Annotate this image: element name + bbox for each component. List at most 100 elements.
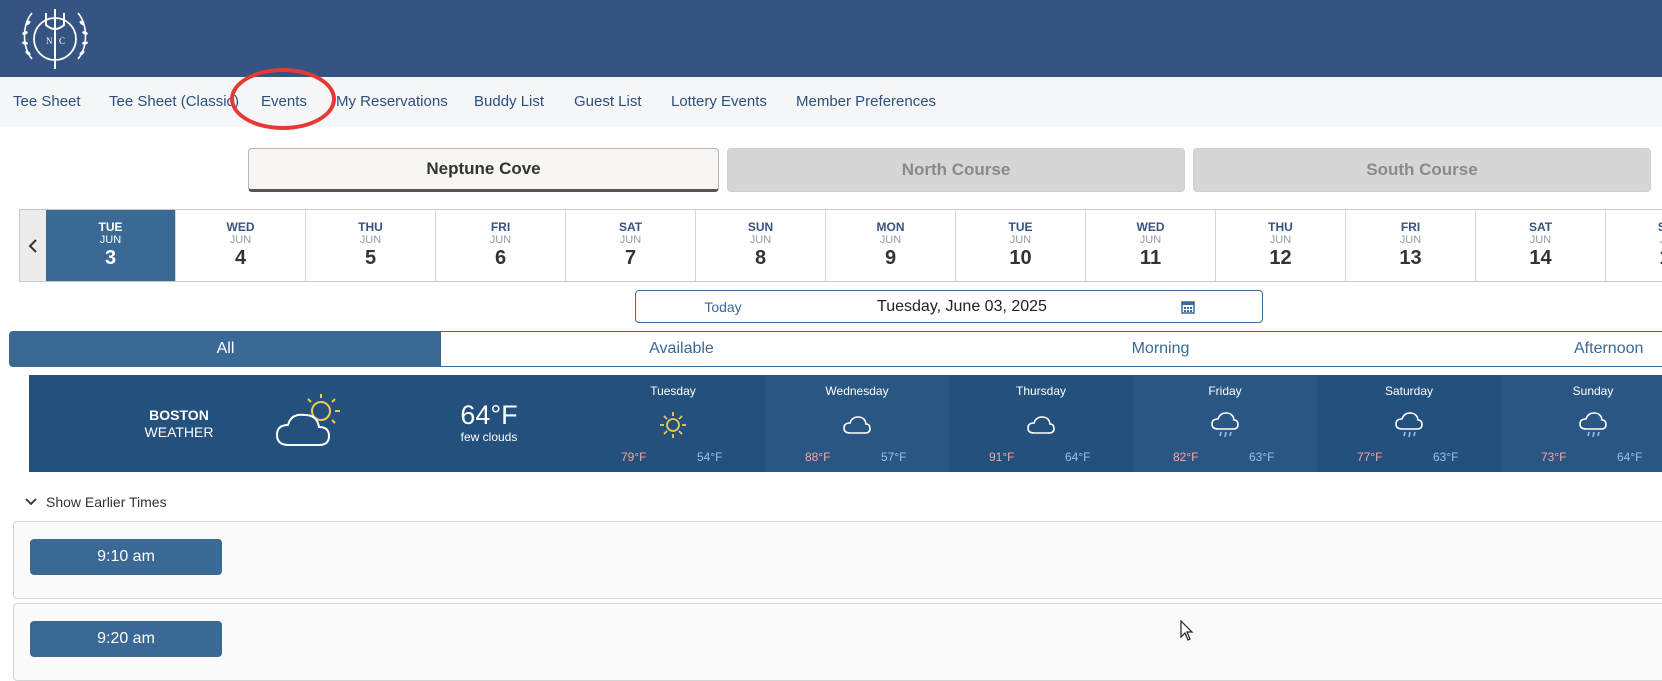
month: JUN [749, 234, 772, 246]
prev-dates-button[interactable] [20, 210, 46, 281]
day-number: 9 [884, 247, 897, 269]
date-sun-15[interactable]: SUNJUN15 [1606, 210, 1662, 281]
forecast-low: 63°F [1249, 450, 1275, 464]
day-number: 15 [1606, 247, 1662, 269]
forecast-day: Friday [1208, 384, 1242, 398]
date-sun-8[interactable]: SUN JUN 8 [696, 210, 826, 281]
forecast-tuesday: Tuesday 79°F 54°F [581, 375, 765, 472]
nav-lottery-events[interactable]: Lottery Events [671, 93, 767, 110]
course-tab-south-course[interactable]: South Course [1193, 148, 1651, 192]
forecast-day: Thursday [1015, 384, 1067, 398]
forecast-friday: Friday 82°F 63°F [1133, 375, 1317, 472]
month: JUN [879, 234, 902, 246]
forecast-high: 91°F [989, 450, 1015, 464]
filter-afternoon[interactable]: Afternoon [1399, 331, 1662, 367]
day-of-week: WED [1136, 220, 1165, 234]
rain-cloud-icon [1211, 412, 1239, 438]
tee-time-row: 9:10 am [13, 521, 1662, 599]
current-description: few clouds [460, 430, 518, 444]
chevron-down-icon [25, 498, 37, 506]
date-thu-5[interactable]: THU JUN 5 [306, 210, 436, 281]
date-thu-12[interactable]: THU JUN 12 [1216, 210, 1346, 281]
today-button[interactable]: Today [635, 290, 811, 323]
weather-label: WEATHER [144, 424, 214, 440]
forecast-thursday: Thursday 91°F 64°F [949, 375, 1133, 472]
forecast-high: 79°F [621, 450, 647, 464]
month: JUN [1399, 234, 1422, 246]
logo-letter-c: C [59, 36, 65, 46]
month: JUN [1009, 234, 1032, 246]
day-of-week: SUN [1657, 220, 1662, 234]
day-number: 13 [1399, 247, 1422, 269]
day-of-week: FRI [490, 220, 511, 234]
day-number: 11 [1139, 247, 1162, 269]
date-tue-10[interactable]: TUE JUN 10 [956, 210, 1086, 281]
mouse-cursor-icon [1180, 620, 1194, 641]
date-sat-14[interactable]: SAT JUN 14 [1476, 210, 1606, 281]
nav-tee-sheet[interactable]: Tee Sheet [13, 93, 81, 110]
nav-tee-sheet-classic[interactable]: Tee Sheet (Classic) [109, 93, 239, 110]
filter-all[interactable]: All [9, 331, 442, 367]
tee-time-button[interactable]: 9:10 am [30, 539, 222, 575]
cloud-icon [843, 416, 871, 434]
day-number: 7 [624, 247, 637, 269]
nav-my-reservations[interactable]: My Reservations [336, 93, 448, 110]
month: JUN [1269, 234, 1292, 246]
day-of-week: SAT [1528, 220, 1553, 234]
forecast-low: 63°F [1433, 450, 1459, 464]
month: JUN [359, 234, 382, 246]
app-root: { "logo": {"letters_left": "N", "letters… [0, 0, 1662, 681]
forecast-low: 64°F [1617, 450, 1643, 464]
date-fri-6[interactable]: FRI JUN 6 [436, 210, 566, 281]
day-number: 14 [1529, 247, 1552, 269]
day-of-week: SUN [747, 220, 774, 234]
club-logo[interactable]: N C [18, 3, 92, 71]
course-tab-neptune-cove[interactable]: Neptune Cove [248, 148, 719, 192]
forecast-high: 82°F [1173, 450, 1199, 464]
nav-member-preferences[interactable]: Member Preferences [796, 93, 936, 110]
main-nav: Tee Sheet Tee Sheet (Classic) Events My … [0, 77, 1662, 127]
course-tab-north-course[interactable]: North Course [727, 148, 1185, 192]
month: JUN [489, 234, 512, 246]
forecast-sunday: Sunday 73°F 64°F [1501, 375, 1662, 472]
day-of-week: SAT [618, 220, 643, 234]
forecast-saturday: Saturday 77°F 63°F [1317, 375, 1501, 472]
day-number: 5 [364, 247, 377, 269]
forecast-day: Tuesday [650, 384, 696, 398]
date-wed-4[interactable]: WED JUN 4 [176, 210, 306, 281]
nav-buddy-list[interactable]: Buddy List [474, 93, 544, 110]
date-sat-7[interactable]: SAT JUN 7 [566, 210, 696, 281]
date-fri-13[interactable]: FRI JUN 13 [1346, 210, 1476, 281]
chevron-left-icon [28, 238, 37, 253]
month: JUN [99, 234, 122, 246]
day-of-week: MON [876, 220, 905, 234]
month: JUN [229, 234, 252, 246]
day-number: 6 [494, 247, 507, 269]
cloud-icon [1027, 416, 1055, 434]
top-header-bar: N C [0, 0, 1662, 77]
tee-time-button[interactable]: 9:20 am [30, 621, 222, 657]
day-of-week: THU [1268, 220, 1293, 234]
day-of-week: TUE [1008, 220, 1033, 234]
date-tue-3[interactable]: TUE JUN 3 [46, 210, 176, 281]
nav-guest-list[interactable]: Guest List [574, 93, 642, 110]
date-wed-11[interactable]: WED JUN 11 [1086, 210, 1216, 281]
show-earlier-times-toggle[interactable]: Show Earlier Times [24, 494, 167, 510]
tee-time-row: 9:20 am [13, 603, 1662, 681]
filter-morning[interactable]: Morning [922, 331, 1400, 367]
day-number: 8 [754, 247, 767, 269]
nav-events[interactable]: Events [261, 93, 307, 110]
month: JUN [1529, 234, 1552, 246]
weather-panel: BOSTON WEATHER 64°F few clouds Tuesday 7… [29, 375, 1662, 472]
day-number: 10 [1009, 247, 1032, 269]
date-mon-9[interactable]: MON JUN 9 [826, 210, 956, 281]
date-strip: TUE JUN 3 WED JUN 4 THU JUN 5 FRI JUN 6 SAT JUN 7 … [19, 209, 1662, 282]
filter-available[interactable]: Available [441, 331, 923, 367]
month: JUN [1606, 234, 1662, 247]
forecast-day: Saturday [1384, 384, 1434, 398]
day-number: 4 [234, 247, 247, 269]
weather-city: BOSTON WEATHER [111, 407, 247, 441]
calendar-button[interactable] [1114, 290, 1263, 323]
forecast-high: 73°F [1541, 450, 1567, 464]
city-name: BOSTON [149, 407, 209, 423]
